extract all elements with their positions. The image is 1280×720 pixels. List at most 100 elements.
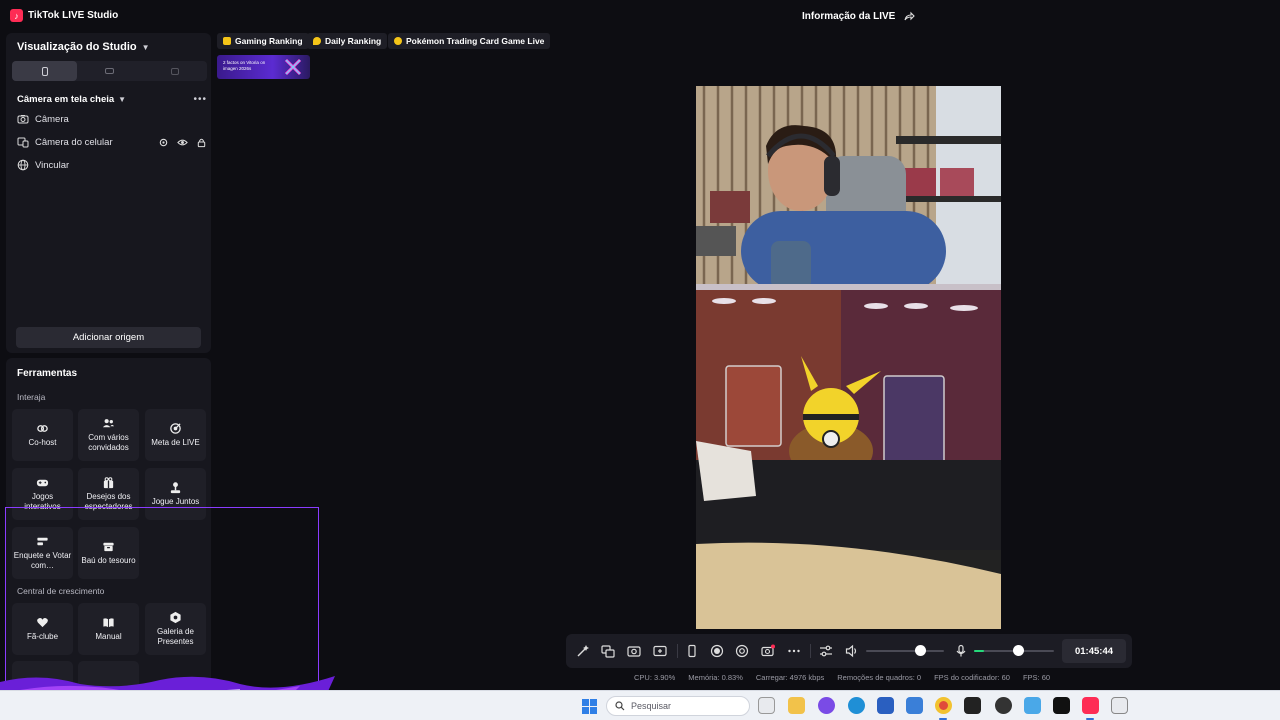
volume-slider-knob[interactable] [915,645,927,656]
gaming-ranking-chip[interactable]: Gaming Ranking [217,33,309,49]
gift-gallery-icon [170,612,181,624]
banner-text: 2 factos on Vitoria on imagen 2026s [223,60,266,71]
tool-multi-guest[interactable]: Com vários convidados [78,409,139,461]
source-camera[interactable]: Câmera [17,111,207,127]
microphone-icon[interactable] [954,644,968,658]
chevron-down-icon: ▼ [118,94,127,104]
store-icon[interactable] [877,697,894,714]
windows-taskbar: Pesquisar [0,690,1280,720]
screenshot-icon[interactable] [627,644,641,658]
game-app-icon[interactable] [1053,697,1070,714]
tool-more-2[interactable] [78,661,139,688]
tool-more-1[interactable] [12,661,73,688]
tool-viewer-wishes[interactable]: Desejos dos espectadores [78,468,139,520]
scene-name: Câmera em tela cheia [17,93,115,105]
chip-label: Pokémon Trading Card Game Live [406,36,545,46]
capcut-icon[interactable] [964,697,981,714]
upload-bitrate: Carregar: 4976 kbps [755,673,825,682]
more-icon[interactable] [787,644,801,658]
target-icon [170,423,181,434]
live-info-label: Informação da LIVE [802,10,896,22]
dropped-frames: Remoções de quadros: 0 [837,673,922,682]
photos-icon[interactable] [1024,697,1041,714]
task-view-icon[interactable] [758,697,775,714]
scene-selector[interactable]: Câmera em tela cheia ▼ ••• [17,91,207,107]
source-label: Câmera do celular [35,136,113,148]
live-info-button[interactable]: Informação da LIVE [802,10,916,22]
live-timer: 01:45:44 [1062,639,1126,663]
camera-live-icon[interactable] [761,644,775,658]
tool-interactive-games[interactable]: Jogos interativos [12,468,73,520]
growth-section-label: Central de crescimento [17,586,105,596]
live-preview [696,86,1001,629]
tool-gift-gallery[interactable]: Galeria de Presentes [145,603,206,655]
source-link[interactable]: Vincular [17,157,207,173]
stream-settings-icon[interactable] [735,644,749,658]
snipping-tool-icon[interactable] [1111,697,1128,714]
more-icon[interactable]: ••• [193,94,207,105]
windows-start-icon[interactable] [582,699,597,714]
book-icon [103,618,114,628]
edge-icon[interactable] [848,697,865,714]
view-mode-locked[interactable] [142,61,207,81]
tool-fan-club[interactable]: Fã-clube [12,603,73,655]
tool-label: Meta de LIVE [151,438,200,448]
tool-play-together[interactable]: Jogue Juntos [145,468,206,520]
tool-label: Manual [95,632,122,642]
tool-label: Baú do tesouro [81,556,136,566]
phone-icon[interactable] [685,644,699,658]
tool-poll-vote[interactable]: Enquete e Votar com… [12,527,73,579]
settings-icon[interactable] [158,137,169,148]
fps: FPS: 60 [1022,673,1051,682]
file-explorer-icon[interactable] [788,697,805,714]
tool-live-goal[interactable]: Meta de LIVE [145,409,206,461]
mic-slider-knob[interactable] [1012,645,1024,656]
mail-icon[interactable] [906,697,923,714]
translate-icon[interactable] [601,644,615,658]
magic-wand-icon[interactable] [576,644,590,658]
mixer-icon[interactable] [819,644,833,658]
tool-label: Jogue Juntos [151,497,200,507]
tool-label: Enquete e Votar com… [13,551,72,570]
title-bar: ♪ TikTok LIVE Studio Informação da LIVE [0,0,1280,32]
studio-view-dropdown[interactable]: Visualização do Studio ▼ [17,41,150,53]
memory-usage: Memória: 0.83% [688,673,743,682]
tool-treasure-chest[interactable]: Baú do tesouro [78,527,139,579]
flame-icon [313,37,321,45]
obs-icon[interactable] [995,697,1012,714]
treasure-chest-icon [103,542,114,552]
chevron-down-icon: ▼ [141,42,150,52]
app-title: TikTok LIVE Studio [28,10,119,21]
source-label: Vincular [35,159,70,171]
tool-manual[interactable]: Manual [78,603,139,655]
view-mode-landscape[interactable] [77,61,142,81]
taskbar-search[interactable]: Pesquisar [606,696,750,716]
live-studio-window: ♪ TikTok LIVE Studio Informação da LIVE … [0,0,1280,720]
eye-icon[interactable] [177,137,188,148]
locked-layout-icon [170,67,179,75]
studio-title: Visualização do Studio [17,41,137,53]
add-source-button[interactable]: Adicionar origem [16,327,201,348]
source-label: Câmera [35,113,69,125]
chrome-icon[interactable] [935,697,952,714]
volume-slider-track[interactable] [866,650,944,652]
interact-section-label: Interaja [17,392,46,402]
copilot-icon[interactable] [818,697,835,714]
performance-status: CPU: 3.90% Memória: 0.83% Carregar: 4976… [634,673,1050,682]
tool-label: Jogos interativos [24,492,61,511]
gift-icon [103,477,114,489]
volume-icon[interactable] [845,644,859,658]
camera-icon [17,115,29,124]
share-icon [904,11,916,21]
tool-co-host[interactable]: Co-host [12,409,73,461]
promo-banner[interactable]: 2 factos on Vitoria on imagen 2026s [217,55,310,79]
view-mode-portrait[interactable] [12,61,77,81]
tiktok-studio-taskbar-icon[interactable] [1082,697,1099,714]
add-screen-icon[interactable] [653,644,667,658]
record-icon[interactable] [710,644,724,658]
lock-icon[interactable] [196,137,207,148]
source-phone-camera[interactable]: Câmera do celular [17,134,207,150]
view-mode-switch [12,61,207,81]
daily-ranking-chip[interactable]: Daily Ranking [307,33,388,49]
pokemon-tcg-chip[interactable]: Pokémon Trading Card Game Live [388,33,551,49]
